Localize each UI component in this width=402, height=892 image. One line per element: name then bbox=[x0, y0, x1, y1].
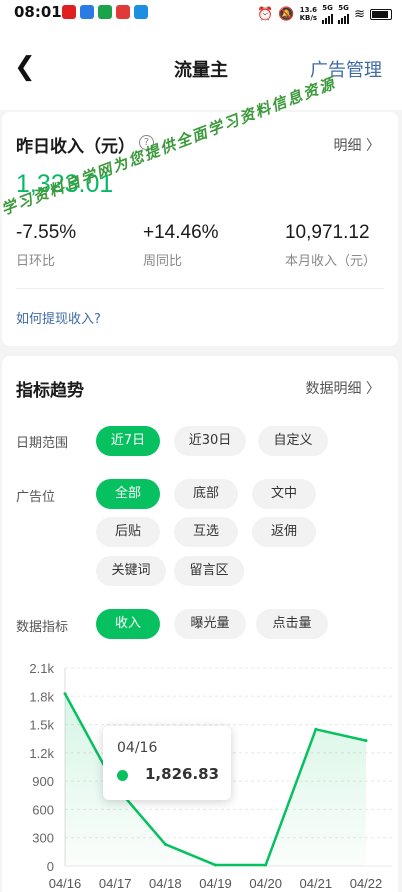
chart-tooltip: 04/16 1,826.83 bbox=[103, 726, 231, 800]
stat-label: 日环比 bbox=[16, 254, 56, 269]
status-time: 08:01 bbox=[14, 3, 62, 21]
y-tick-label: 2.1k bbox=[29, 661, 54, 676]
stat-month-income: 10,971.12 本月收入（元） bbox=[285, 222, 376, 269]
y-tick-label: 900 bbox=[32, 774, 54, 789]
x-tick-label: 04/16 bbox=[49, 876, 82, 891]
sim2-label: 5G bbox=[338, 4, 349, 12]
status-bar: 08:01 ⏰ 🔕 13.6 KB/s 5G 5G ≋ bbox=[0, 0, 402, 26]
chip-metric-clicks[interactable]: 点击量 bbox=[256, 609, 328, 639]
yesterday-income-value: 1,323.01 bbox=[16, 170, 114, 198]
sim1-signal: 5G bbox=[322, 4, 334, 24]
chip-metric-impressions[interactable]: 曝光量 bbox=[174, 609, 246, 639]
battery-icon bbox=[370, 8, 392, 20]
y-tick-label: 300 bbox=[32, 831, 54, 846]
wifi-icon: ≋ bbox=[354, 6, 365, 22]
data-point bbox=[264, 863, 268, 867]
x-tick-label: 04/20 bbox=[249, 876, 282, 891]
trend-title: 指标趋势 bbox=[16, 381, 84, 401]
data-point bbox=[63, 692, 67, 696]
sim2-signal: 5G bbox=[338, 4, 350, 24]
x-tick-label: 04/19 bbox=[199, 876, 232, 891]
signal-bars-icon bbox=[338, 12, 350, 24]
x-tick-label: 04/22 bbox=[350, 876, 383, 891]
chip-ad-mutual[interactable]: 互选 bbox=[174, 517, 238, 547]
stat-value: +14.46% bbox=[143, 222, 219, 243]
y-tick-label: 0 bbox=[47, 859, 54, 874]
stat-value: 10,971.12 bbox=[284, 222, 370, 243]
app-notification-icon bbox=[134, 5, 148, 19]
network-speed-unit: KB/s bbox=[299, 14, 318, 22]
y-tick-label: 1.5k bbox=[29, 718, 54, 733]
nav-bar: ❮ 流量主 广告管理 bbox=[0, 26, 402, 110]
chip-metric-income[interactable]: 收入 bbox=[96, 609, 160, 639]
data-point bbox=[364, 739, 368, 743]
x-tick-label: 04/21 bbox=[300, 876, 333, 891]
divider bbox=[16, 288, 384, 289]
network-speed-value: 13.6 bbox=[299, 6, 317, 14]
status-indicators: ⏰ 🔕 13.6 KB/s 5G 5G ≋ bbox=[257, 4, 392, 24]
stat-label: 周同比 bbox=[143, 254, 183, 269]
network-speed: 13.6 KB/s bbox=[300, 6, 317, 22]
data-point bbox=[214, 863, 217, 867]
app-notification-icon bbox=[62, 5, 76, 19]
how-to-withdraw-link[interactable]: 如何提现收入? bbox=[16, 308, 101, 327]
chip-ad-bottom[interactable]: 底部 bbox=[174, 479, 238, 509]
chip-date-7d[interactable]: 近7日 bbox=[96, 426, 160, 456]
chip-date-custom[interactable]: 自定义 bbox=[258, 426, 328, 456]
chip-ad-all[interactable]: 全部 bbox=[96, 479, 160, 509]
app-notification-icon bbox=[80, 5, 94, 19]
x-tick-label: 04/18 bbox=[149, 876, 182, 891]
stat-week-over-week: +14.46% 周同比 bbox=[143, 222, 219, 269]
tooltip-value: 1,826.83 bbox=[145, 765, 220, 783]
data-point bbox=[314, 727, 318, 731]
chip-ad-keyword[interactable]: 关键词 bbox=[96, 556, 166, 586]
alarm-icon: ⏰ bbox=[257, 6, 274, 22]
income-card: 昨日收入（元） ? 明细 〉 1,323.01 -7.55% 日环比 +14.4… bbox=[2, 112, 398, 346]
ad-position-label: 广告位 bbox=[16, 490, 56, 505]
help-icon[interactable]: ? bbox=[139, 135, 154, 150]
chip-ad-in-article[interactable]: 文中 bbox=[252, 479, 316, 509]
chip-ad-comments[interactable]: 留言区 bbox=[174, 556, 244, 586]
data-point bbox=[163, 842, 167, 846]
date-range-label: 日期范围 bbox=[16, 436, 69, 451]
chip-date-30d[interactable]: 近30日 bbox=[174, 426, 246, 456]
stat-value: -7.55% bbox=[16, 222, 77, 243]
signal-bars-icon bbox=[322, 12, 334, 24]
app-notification-icon bbox=[98, 5, 112, 19]
chip-ad-post-roll[interactable]: 后贴 bbox=[96, 517, 160, 547]
status-app-icons bbox=[62, 5, 148, 19]
income-detail-link[interactable]: 明细 〉 bbox=[334, 135, 380, 155]
tooltip-date: 04/16 bbox=[117, 740, 158, 756]
y-tick-label: 1.2k bbox=[29, 746, 54, 761]
app-notification-icon bbox=[116, 5, 130, 19]
tooltip-series-dot bbox=[117, 770, 128, 781]
y-tick-label: 1.8k bbox=[29, 689, 54, 704]
ad-management-link[interactable]: 广告管理 bbox=[310, 56, 382, 82]
sim1-label: 5G bbox=[322, 4, 333, 12]
stat-label: 本月收入（元） bbox=[284, 254, 376, 269]
metric-label: 数据指标 bbox=[16, 620, 69, 635]
x-tick-label: 04/17 bbox=[99, 876, 132, 891]
income-card-title: 昨日收入（元） bbox=[16, 137, 135, 157]
data-detail-link[interactable]: 数据明细 〉 bbox=[306, 378, 380, 398]
y-tick-label: 600 bbox=[32, 802, 54, 817]
mute-icon: 🔕 bbox=[278, 6, 295, 22]
stat-day-over-day: -7.55% 日环比 bbox=[16, 222, 76, 269]
chip-ad-commission[interactable]: 返佣 bbox=[252, 517, 316, 547]
